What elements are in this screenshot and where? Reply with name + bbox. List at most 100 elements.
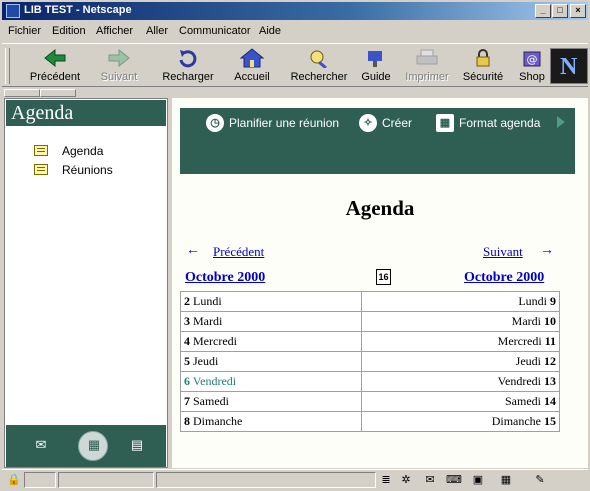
menu-afficher[interactable]: Afficher (96, 25, 133, 37)
calendar-icon: ▦ (87, 437, 101, 452)
day-cell[interactable]: Mercredi 11 (361, 331, 560, 352)
toolbar-tab-strip (2, 88, 588, 97)
day-cell[interactable]: 5 Jeudi (179, 351, 363, 372)
prev-arrow-icon[interactable]: ← (186, 241, 200, 257)
search-label: Rechercher (290, 71, 348, 83)
minimize-button[interactable]: _ (535, 4, 551, 18)
create-button[interactable]: ✧ Créer (359, 114, 419, 134)
action-banner: ◷ Planifier une réunion ✧ Créer ▦ Format… (180, 108, 575, 174)
week-table: 2 Lundi Lundi 9 3 Mardi Mardi 10 4 Mercr… (179, 291, 560, 432)
clipboard-icon[interactable]: ▤ (128, 437, 146, 453)
next-arrow-icon[interactable]: → (540, 241, 554, 257)
calendar-grid-icon: ▦ (436, 114, 454, 132)
guide-icon (368, 51, 382, 67)
connection-indicator (24, 472, 56, 488)
menu-aller[interactable]: Aller (146, 25, 168, 37)
back-button[interactable]: Précédent (26, 46, 84, 86)
forward-arrow-icon (108, 48, 130, 68)
menu-fichier[interactable]: Fichier (8, 25, 41, 37)
menu-aide[interactable]: Aide (259, 25, 281, 37)
navigator-icon[interactable]: ✲ (398, 473, 414, 487)
agenda-format-label: Format agenda (459, 116, 541, 130)
sidebar-title: Agenda (6, 100, 166, 126)
toolbar-grip[interactable] (5, 48, 10, 84)
discussion-icon[interactable]: ⌨ (446, 473, 462, 487)
security-lock-icon[interactable]: 🔒 (6, 473, 22, 487)
day-cell[interactable]: 8 Dimanche (179, 411, 363, 432)
reload-label: Recharger (162, 71, 214, 83)
shop-label: Shop (519, 71, 545, 83)
day-cell[interactable]: 3 Mardi (179, 311, 363, 332)
svg-text:@: @ (527, 53, 538, 66)
day-cell[interactable]: Dimanche 15 (361, 411, 560, 432)
plan-meeting-button[interactable]: ◷ Planifier une réunion (206, 114, 346, 134)
shop-button[interactable]: @ Shop (516, 46, 548, 86)
sidebar-item-label: Agenda (62, 144, 104, 158)
home-label: Accueil (234, 71, 270, 83)
window-title: LIB TEST - Netscape (24, 4, 132, 16)
day-cell[interactable]: Lundi 9 (361, 291, 560, 312)
day-cell[interactable]: Mardi 10 (361, 311, 560, 332)
print-button[interactable]: Imprimer (404, 46, 450, 86)
mail-status-icon[interactable]: ✉ (422, 473, 438, 487)
table-row: 6 Vendredi Vendredi 13 (179, 371, 560, 392)
newsgroup-icon[interactable]: ▣ (470, 473, 486, 487)
create-label: Créer (382, 116, 413, 130)
status-bar: 🔒 ≣ ✲ ✉ ⌨ ▣ ▦ ✎ (2, 469, 588, 489)
play-arrow-icon[interactable] (557, 116, 565, 128)
menu-edition[interactable]: Edition (52, 25, 86, 37)
table-row: 8 Dimanche Dimanche 15 (179, 411, 560, 432)
guide-label: Guide (361, 71, 391, 83)
close-button[interactable]: × (570, 4, 586, 18)
sidebar-footer: ✉ ▦ ▤ (6, 425, 166, 467)
netscape-logo[interactable]: N (550, 48, 588, 84)
document-status-icon: ≣ (381, 474, 391, 486)
composer-icon[interactable]: ✎ (532, 473, 548, 487)
day-cell[interactable]: 7 Samedi (179, 391, 363, 412)
month-left-link[interactable]: Octobre 2000 (185, 270, 265, 286)
agenda-format-button[interactable]: ▦ Format agenda (436, 114, 548, 134)
navigation-toolbar: Précédent Suivant Recharger Accueil Rech… (2, 43, 588, 87)
toolbar-tab-1[interactable] (4, 89, 40, 97)
back-label: Précédent (29, 71, 81, 83)
compass-icon: ✧ (359, 114, 377, 132)
next-link[interactable]: Suivant (483, 244, 523, 260)
day-cell[interactable]: Vendredi 13 (361, 371, 560, 392)
forward-button[interactable]: Suivant (96, 46, 142, 86)
progress-cell (58, 472, 154, 488)
security-button[interactable]: Sécurité (460, 46, 506, 86)
today-cell[interactable]: 6 Vendredi (179, 371, 363, 392)
toolbar-tab-2[interactable] (40, 89, 76, 97)
printer-icon (416, 49, 438, 65)
document-icon (34, 145, 48, 156)
lock-icon (476, 49, 490, 67)
mail-icon[interactable]: ✉ (32, 437, 50, 453)
day-cell[interactable]: Jeudi 12 (361, 351, 560, 372)
month-right-link[interactable]: Octobre 2000 (464, 270, 544, 286)
plan-meeting-label: Planifier une réunion (229, 116, 340, 130)
app-icon[interactable] (6, 4, 20, 18)
sidebar-list: Agenda Réunions (6, 129, 166, 419)
search-button[interactable]: Rechercher (288, 46, 350, 86)
main-content: ◷ Planifier une réunion ✧ Créer ▦ Format… (172, 98, 588, 468)
guide-button[interactable]: Guide (358, 46, 394, 86)
day-cell[interactable]: Samedi 14 (361, 391, 560, 412)
menu-bar: Fichier Edition Afficher Aller Communica… (2, 21, 588, 41)
calendar-day-icon[interactable]: 16 (376, 269, 391, 285)
home-button[interactable]: Accueil (230, 46, 274, 86)
day-cell[interactable]: 2 Lundi (179, 291, 363, 312)
title-bar: LIB TEST - Netscape _ □ × (2, 2, 588, 20)
reload-button[interactable]: Recharger (158, 46, 218, 86)
sidebar: Agenda Agenda Réunions ✉ ▦ ▤ (4, 98, 168, 468)
menu-communicator[interactable]: Communicator (179, 25, 251, 37)
table-row: 3 Mardi Mardi 10 (179, 311, 560, 332)
address-book-icon[interactable]: ▦ (498, 473, 514, 487)
reload-icon (179, 50, 197, 68)
clock-icon: ◷ (206, 114, 224, 132)
table-row: 2 Lundi Lundi 9 (179, 291, 560, 312)
table-row: 4 Mercredi Mercredi 11 (179, 331, 560, 352)
day-cell[interactable]: 4 Mercredi (179, 331, 363, 352)
maximize-button[interactable]: □ (552, 4, 568, 18)
page-title: Agenda (345, 196, 415, 220)
previous-link[interactable]: Précédent (213, 244, 264, 260)
